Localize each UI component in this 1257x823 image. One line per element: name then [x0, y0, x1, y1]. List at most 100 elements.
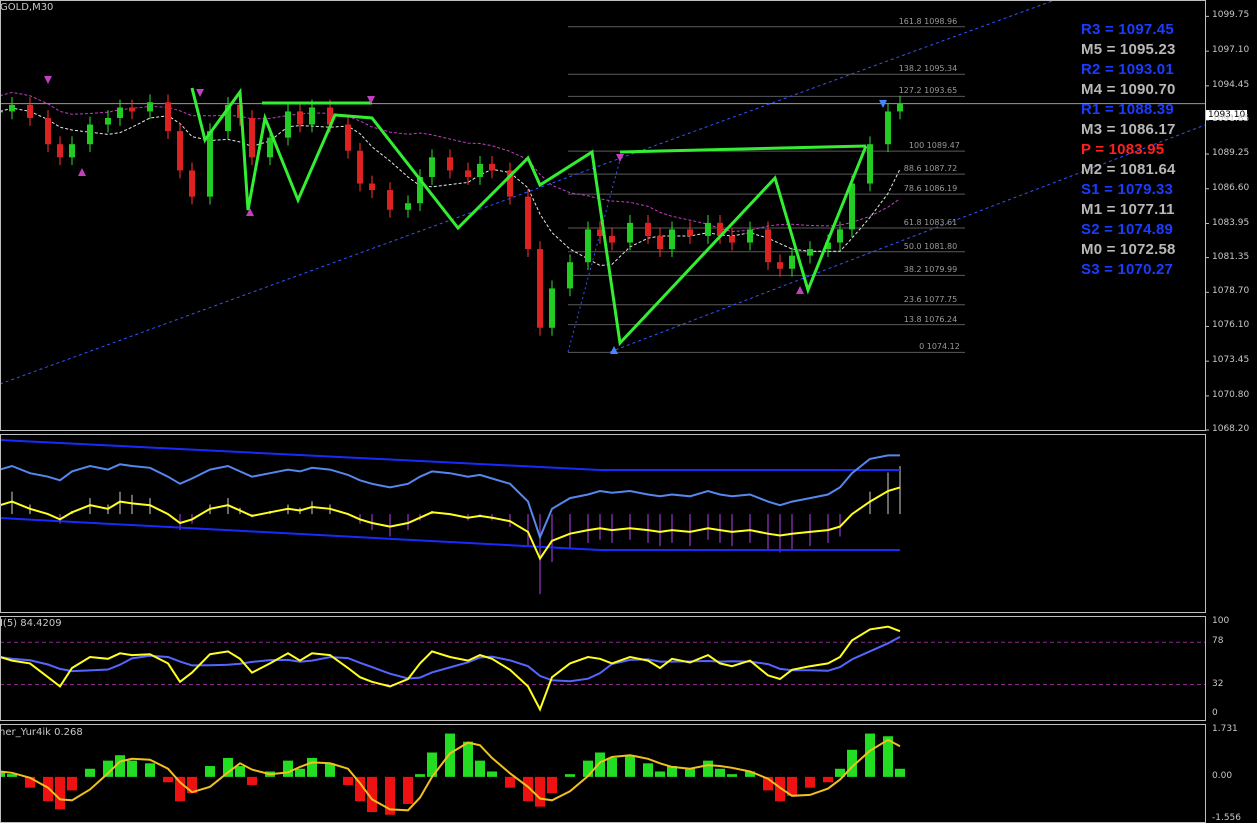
fisher-pane[interactable]	[0, 733, 905, 815]
pivot-level-P: P = 1083.95	[1081, 141, 1165, 158]
pivot-level-M4: M4 = 1090.70	[1081, 81, 1176, 98]
candle-body	[429, 157, 435, 177]
fisher-histogram-bar	[865, 733, 875, 777]
pivot-level-M0: M0 = 1072.58	[1081, 241, 1176, 258]
fisher-histogram-bar	[805, 776, 815, 788]
cci-tick-label: 0	[1212, 708, 1218, 718]
fractal-up-arrow	[78, 168, 86, 176]
candle-body	[897, 103, 903, 112]
price-pane[interactable]	[0, 0, 1206, 385]
fib-level-label: 50.0 1081.80	[903, 241, 958, 251]
candle-body	[747, 229, 753, 243]
pivot-level-M5: M5 = 1095.23	[1081, 41, 1176, 58]
candle-body	[705, 222, 711, 236]
fisher-histogram-bar	[715, 768, 725, 777]
fractal-up-arrow	[610, 346, 618, 354]
oscillator-pane[interactable]	[0, 439, 901, 595]
fisher-histogram-bar	[55, 776, 65, 810]
fisher-label: Fisher_Yur4ik 0.268	[0, 727, 83, 738]
fisher-histogram-bar	[283, 760, 293, 777]
candle-body	[165, 102, 171, 132]
candle-body	[849, 183, 855, 230]
trading-chart[interactable]	[0, 0, 1257, 823]
price-tick-label: 1089.25	[1212, 148, 1250, 159]
price-tick-label: 1076.10	[1212, 320, 1250, 331]
fib-level-label: 78.6 1086.19	[903, 184, 958, 194]
cci-tick-label: 32	[1212, 678, 1224, 689]
candle-body	[285, 111, 291, 138]
candle-body	[729, 235, 735, 243]
pivot-level-S2: S2 = 1074.89	[1081, 221, 1174, 238]
candle-body	[345, 124, 351, 151]
candle-body	[837, 229, 843, 243]
fisher-histogram-bar	[445, 733, 455, 777]
candle-body	[405, 203, 411, 210]
fractal-down-arrow	[196, 89, 204, 97]
price-tick-label: 1099.75	[1212, 10, 1250, 21]
cci-tick-label: 100	[1212, 616, 1230, 626]
candle-body	[27, 104, 33, 118]
candle-body	[789, 255, 795, 269]
fib-level-label: 13.8 1076.24	[903, 314, 958, 324]
candle-body	[777, 262, 783, 269]
candle-body	[45, 117, 51, 145]
price-tick-label: 1083.95	[1212, 217, 1250, 228]
fisher-histogram-bar	[685, 768, 695, 777]
pivot-level-S1: S1 = 1079.33	[1081, 181, 1174, 198]
fib-level-label: 0 1074.12	[919, 342, 960, 352]
candle-body	[567, 262, 573, 289]
fisher-tick-label: -1.556	[1212, 813, 1242, 823]
candle-body	[189, 170, 195, 197]
fib-anchor-line	[567, 159, 621, 353]
cci-pane[interactable]	[0, 625, 1205, 712]
cci-smoothed-line	[0, 636, 901, 683]
price-tick-label: 1086.60	[1212, 182, 1250, 193]
candle-body	[267, 137, 273, 158]
candle-body	[147, 102, 153, 112]
candle-body	[867, 144, 873, 184]
pane-frame-cci	[0, 616, 1206, 721]
candle-body	[369, 183, 375, 191]
price-tick-label: 1081.35	[1212, 251, 1250, 262]
fisher-histogram-bar	[127, 760, 137, 777]
candle-body	[549, 288, 555, 328]
fisher-histogram-bar	[643, 763, 653, 777]
fisher-histogram-bar	[703, 760, 713, 777]
fisher-histogram-bar	[547, 776, 557, 794]
fisher-histogram-bar	[235, 766, 245, 777]
pivot-level-M1: M1 = 1077.11	[1081, 201, 1175, 218]
candle-body	[609, 235, 615, 243]
fisher-histogram-bar	[403, 776, 413, 804]
candle-body	[105, 117, 111, 125]
fisher-tick-label: 1.731	[1212, 724, 1238, 734]
price-tick-label: 1078.70	[1212, 286, 1250, 297]
fisher-histogram-bar	[823, 776, 833, 783]
candle-body	[297, 111, 303, 125]
candle-body	[117, 107, 123, 118]
candle-body	[249, 117, 255, 158]
price-tick-label: 1070.80	[1212, 389, 1250, 400]
price-tick-label: 1097.10	[1212, 45, 1250, 56]
candle-body	[657, 235, 663, 250]
pivot-level-M2: M2 = 1081.64	[1081, 161, 1176, 178]
candle-body	[585, 229, 591, 263]
price-tick-label: 1094.45	[1212, 79, 1250, 90]
fisher-histogram-bar	[175, 776, 185, 802]
candle-body	[525, 196, 531, 250]
fib-level-label: 161.8 1098.96	[898, 16, 958, 26]
fisher-histogram-bar	[595, 752, 605, 777]
fisher-histogram-bar	[145, 763, 155, 777]
candle-body	[69, 144, 75, 158]
pivot-level-R2: R2 = 1093.01	[1081, 61, 1174, 78]
candle-body	[687, 229, 693, 236]
fib-level-label: 61.8 1083.61	[903, 217, 958, 227]
fisher-histogram-bar	[67, 776, 77, 791]
fractal-down-arrow	[44, 76, 52, 84]
candle-body	[669, 229, 675, 250]
fisher-histogram-bar	[475, 760, 485, 777]
fractal-up-arrow	[796, 286, 804, 294]
fisher-histogram-bar	[295, 768, 305, 777]
price-tick-label: 1073.45	[1212, 355, 1250, 366]
fisher-histogram-bar	[343, 776, 353, 785]
candle-body	[627, 222, 633, 243]
